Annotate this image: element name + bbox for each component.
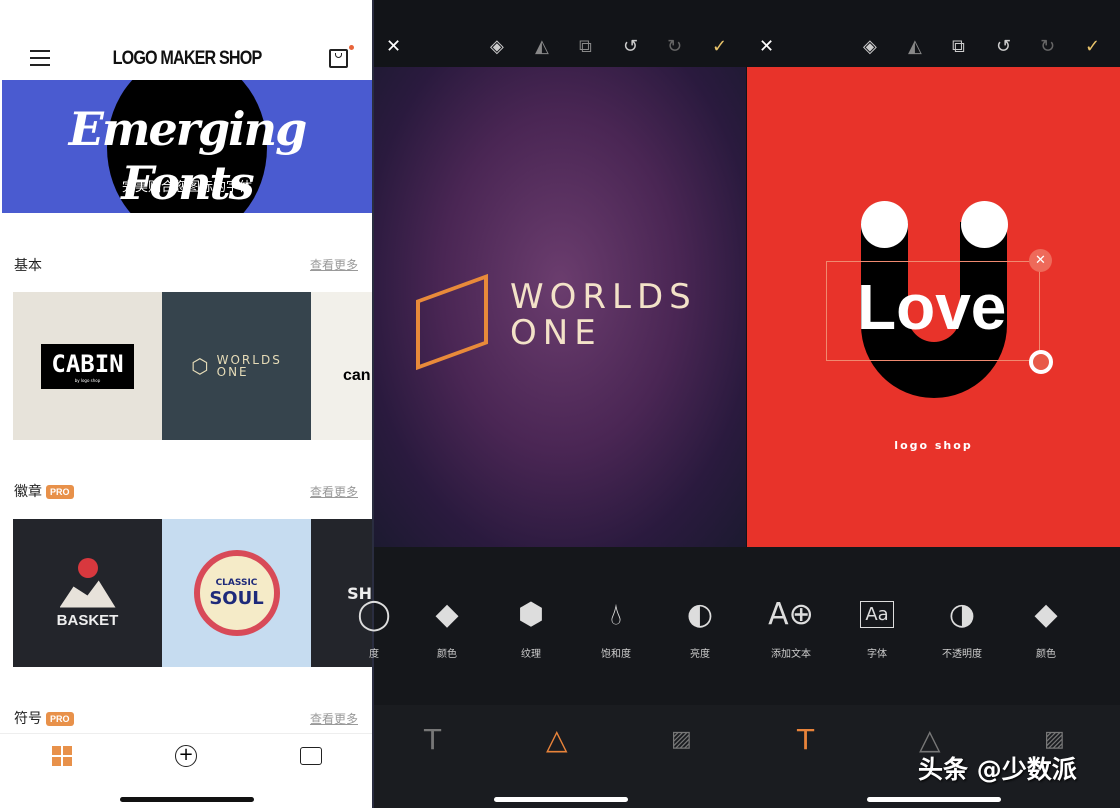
cart-icon[interactable]	[329, 45, 354, 68]
tool-texture[interactable]: ⬢ 纹理	[496, 595, 566, 660]
tool-font[interactable]: Aa 字体	[842, 595, 912, 660]
tool-color[interactable]: ◆ 颜色	[412, 595, 482, 660]
flip-icon[interactable]: ◭	[908, 36, 922, 57]
editor-panel-2: ✕ ◈ ◭ ⧉ ↺ ↻ ✓ Love ✕ logo shop A⊕ 添加文本 Aa…	[747, 0, 1120, 808]
home-indicator	[867, 797, 1001, 802]
confirm-icon[interactable]: ✓	[712, 36, 727, 57]
logo-text[interactable]: WORLDS ONE	[510, 279, 697, 351]
template-card[interactable]: CABIN by logo shop	[13, 292, 162, 440]
pro-badge: PRO	[46, 485, 74, 499]
canvas[interactable]: WORLDS ONE	[374, 67, 746, 547]
editor-panel-1: ✕ ◈ ◭ ⧉ ↺ ↻ ✓ WORLDS ONE ◯ 度 ◆ 颜色 ⬢ 纹理 💧︎ 饱和度…	[357, 0, 747, 808]
see-more-badge[interactable]: 查看更多	[310, 483, 358, 500]
basic-carousel[interactable]: CABIN by logo shop ⬡ WORLDS ONE can	[13, 292, 372, 440]
delete-layer-icon[interactable]: ✕	[1029, 249, 1052, 272]
inbox-icon[interactable]	[300, 747, 322, 765]
redo-icon[interactable]: ↻	[1040, 36, 1055, 57]
undo-icon[interactable]: ↺	[996, 36, 1011, 57]
see-more-basic[interactable]: 查看更多	[310, 256, 358, 273]
tool-opacity[interactable]: ◑ 不透明度	[927, 595, 997, 660]
tool-row: A⊕ 添加文本 Aa 字体 ◑ 不透明度 ◆ 颜色	[747, 547, 1120, 705]
logo-shop-panel: LOGO MAKER SHOP Emerging Fonts 完美贴合您图标的字…	[0, 0, 374, 808]
badge-carousel[interactable]: BASKET CLASSIC SOUL SH	[13, 519, 372, 667]
undo-icon[interactable]: ↺	[623, 36, 638, 57]
text-tab-icon[interactable]: T	[797, 723, 814, 756]
banner-subtitle: 完美贴合您图标的字体	[121, 180, 252, 195]
tool-row: ◯ 度 ◆ 颜色 ⬢ 纹理 💧︎ 饱和度 ◐ 亮度	[357, 547, 747, 705]
template-card[interactable]: BASKET	[13, 519, 162, 667]
templates-tab-icon[interactable]	[52, 746, 72, 766]
tool-partial[interactable]: ◯ 度	[339, 595, 409, 660]
shape-tab-icon[interactable]: △	[546, 723, 568, 756]
template-card[interactable]: can	[311, 292, 372, 440]
image-tab-icon[interactable]: ▨	[671, 727, 692, 752]
toolbar: ✕ ◈ ◭ ⧉ ↺ ↻ ✓	[374, 0, 747, 67]
text-layer[interactable]: Love	[857, 270, 1006, 344]
close-icon[interactable]: ✕	[386, 36, 401, 57]
section-title-basic: 基本	[14, 258, 42, 274]
home-indicator	[494, 797, 628, 802]
layers-icon[interactable]: ◈	[863, 36, 877, 57]
image-tab-icon[interactable]: ▨	[1044, 727, 1065, 752]
section-title-symbol: 符号 PRO	[14, 708, 74, 728]
banner[interactable]: Emerging Fonts 完美贴合您图标的字体	[2, 80, 372, 213]
redo-icon[interactable]: ↻	[667, 36, 682, 57]
add-icon[interactable]: +	[175, 745, 197, 767]
duplicate-icon[interactable]: ⧉	[579, 36, 592, 57]
see-more-symbol[interactable]: 查看更多	[310, 710, 358, 727]
tool-saturation[interactable]: 💧︎ 饱和度	[581, 595, 651, 660]
tool-brightness[interactable]: ◐ 亮度	[665, 595, 735, 660]
confirm-icon[interactable]: ✓	[1085, 36, 1100, 57]
brand-text: logo shop	[894, 439, 973, 452]
bottom-nav: +	[0, 733, 372, 808]
canvas[interactable]: Love ✕ logo shop	[747, 67, 1120, 547]
section-title-badge: 徽章 PRO	[14, 481, 74, 501]
template-card[interactable]: CLASSIC SOUL	[162, 519, 311, 667]
text-tab-icon[interactable]: T	[424, 723, 441, 756]
home-indicator	[120, 797, 254, 802]
resize-handle[interactable]	[1029, 350, 1053, 374]
duplicate-icon[interactable]: ⧉	[952, 36, 965, 57]
app-title: LOGO MAKER SHOP	[112, 48, 263, 69]
close-icon[interactable]: ✕	[759, 36, 774, 57]
pro-badge: PRO	[46, 712, 74, 726]
tool-add-text[interactable]: A⊕ 添加文本	[756, 595, 826, 660]
tool-color[interactable]: ◆ 颜色	[1011, 595, 1081, 660]
template-card[interactable]: ⬡ WORLDS ONE	[162, 292, 311, 440]
logo-cube-icon[interactable]	[416, 273, 488, 371]
layers-icon[interactable]: ◈	[490, 36, 504, 57]
flip-icon[interactable]: ◭	[535, 36, 549, 57]
toolbar: ✕ ◈ ◭ ⧉ ↺ ↻ ✓	[747, 0, 1120, 67]
bottom-nav: T △ ▨	[374, 705, 747, 808]
watermark: 头条 @少数派	[918, 755, 1077, 784]
